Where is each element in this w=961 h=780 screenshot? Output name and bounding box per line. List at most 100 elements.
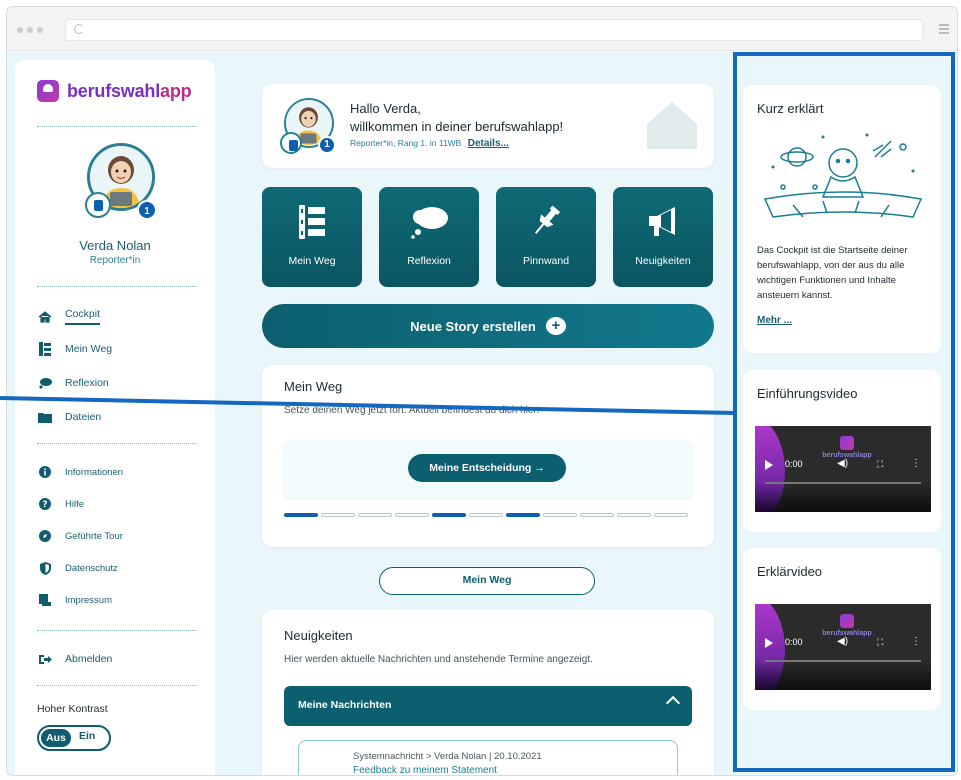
details-link[interactable]: Details... [468, 138, 509, 149]
divider [37, 126, 197, 127]
house-icon [647, 102, 697, 149]
progress-step [284, 513, 318, 517]
welcome-card: 1 Hallo Verda, willkommen in deiner beru… [262, 84, 714, 168]
explained-text: Das Cockpit ist die Startseite deiner be… [757, 245, 908, 301]
logout-link[interactable]: Abmelden [37, 652, 112, 666]
level-badge-icon [280, 132, 302, 154]
mein-weg-button[interactable]: Mein Weg [379, 567, 595, 595]
progress-step [580, 513, 614, 517]
divider [37, 443, 197, 444]
card-title: Einführungsvideo [757, 386, 858, 401]
video-progress-bar[interactable] [765, 482, 921, 484]
video-progress-bar[interactable] [765, 660, 921, 662]
browser-window: berufswahlapp 1 Verda Nolan Reporter*in [6, 6, 958, 776]
play-icon[interactable] [765, 460, 773, 470]
message-title[interactable]: Feedback zu meinem Statement [353, 765, 497, 775]
card-title: Erklärvideo [757, 564, 823, 579]
more-options-icon[interactable]: ⋮ [911, 458, 921, 469]
sidebar-item-impressum[interactable]: Impressum [37, 593, 112, 607]
sidebar-item-reflexion[interactable]: Reflexion [37, 376, 109, 390]
volume-icon[interactable]: ◀) [837, 636, 848, 647]
pin-icon [496, 205, 596, 239]
video-logo: berufswahlapp [819, 436, 875, 459]
app-logo[interactable]: berufswahlapp [37, 80, 192, 102]
messages-accordion[interactable]: Meine Nachrichten [284, 686, 692, 726]
rank-badge: 1 [318, 136, 336, 154]
video-time: 0:00 [785, 459, 803, 469]
explain-video-player[interactable]: berufswahlapp 0:00 ◀) ⛶ ⋮ [755, 604, 931, 690]
path-icon [37, 342, 53, 356]
more-options-icon[interactable]: ⋮ [911, 636, 921, 647]
app-viewport: berufswahlapp 1 Verda Nolan Reporter*in [7, 52, 957, 775]
window-controls[interactable] [17, 27, 43, 33]
volume-icon[interactable]: ◀) [837, 458, 848, 469]
svg-text:?: ? [42, 500, 47, 510]
sidebar-item-informationen[interactable]: Informationen [37, 465, 123, 479]
folder-icon [37, 410, 53, 424]
book-icon [37, 593, 53, 607]
progress-step [469, 513, 503, 517]
help-icon: ? [37, 497, 53, 511]
intro-video-card: Einführungsvideo berufswahlapp 0:00 ◀) ⛶… [743, 370, 941, 532]
tile-pinnwand[interactable]: Pinnwand [496, 187, 596, 287]
card-subtitle: Setze deinen Weg jetzt fort. Aktuell bef… [284, 405, 540, 416]
contrast-on-option[interactable]: Ein [79, 730, 95, 742]
contrast-toggle[interactable]: Aus Ein [37, 725, 111, 751]
add-icon: + [545, 317, 566, 335]
message-item[interactable]: Systemnachricht > Verda Nolan | 20.10.20… [298, 740, 678, 775]
bubble-icon [37, 376, 53, 390]
card-title: Mein Weg [284, 379, 343, 394]
divider [37, 685, 197, 686]
sidebar-item-dateien[interactable]: Dateien [37, 410, 101, 424]
progress-step [617, 513, 651, 517]
rank-info: Reporter*in, Rang 1. in 11WB Details... [350, 138, 509, 149]
tile-neuigkeiten[interactable]: Neuigkeiten [613, 187, 713, 287]
sidebar-item-datenschutz[interactable]: Datenschutz [37, 561, 118, 575]
intro-video-player[interactable]: berufswahlapp 0:00 ◀) ⛶ ⋮ [755, 426, 931, 512]
sidebar-item-cockpit[interactable]: Cockpit [37, 308, 101, 325]
megaphone-icon [613, 205, 713, 239]
card-subtitle: Hier werden aktuelle Nachrichten und ans… [284, 654, 593, 665]
progress-step [395, 513, 429, 517]
info-icon [37, 465, 53, 479]
more-link[interactable]: Mehr ... [757, 315, 792, 326]
card-title: Neuigkeiten [284, 628, 353, 643]
browser-menu-icon[interactable] [939, 24, 949, 36]
sidebar-item-tour[interactable]: Geführte Tour [37, 529, 123, 543]
decision-button[interactable]: Meine Entscheidung → [408, 454, 566, 482]
contrast-off-option[interactable]: Aus [41, 729, 71, 747]
card-title: Kurz erklärt [757, 101, 824, 116]
path-icon [262, 205, 362, 239]
explain-video-card: Erklärvideo berufswahlapp 0:00 ◀) ⛶ ⋮ [743, 548, 941, 710]
current-step-box: Meine Entscheidung → [284, 440, 692, 498]
logo-icon [37, 80, 59, 102]
user-role: Reporter*in [89, 255, 141, 266]
chevron-up-icon [665, 695, 681, 711]
level-badge-icon [85, 192, 111, 218]
tile-reflexion[interactable]: Reflexion [379, 187, 479, 287]
shield-icon [37, 561, 53, 575]
sidebar-item-hilfe[interactable]: ? Hilfe [37, 497, 84, 511]
path-progress [284, 513, 688, 517]
mein-weg-card: Mein Weg Setze deinen Weg jetzt fort. Ak… [262, 365, 714, 547]
sidebar: berufswahlapp 1 Verda Nolan Reporter*in [15, 60, 215, 775]
progress-step [358, 513, 392, 517]
progress-step [654, 513, 688, 517]
divider [37, 630, 197, 631]
message-meta: Systemnachricht > Verda Nolan | 20.10.20… [353, 751, 542, 762]
help-column: Kurz erklärt Das Cockpit ist die Startse… [733, 52, 957, 775]
progress-step [543, 513, 577, 517]
compass-icon [37, 529, 53, 543]
user-name: Verda Nolan [79, 238, 151, 253]
address-bar[interactable] [65, 19, 923, 41]
fullscreen-icon[interactable]: ⛶ [877, 637, 883, 648]
thought-bubble-icon [379, 205, 479, 239]
new-story-button[interactable]: Neue Story erstellen + [262, 304, 714, 348]
tile-mein-weg[interactable]: Mein Weg [262, 187, 362, 287]
sidebar-item-mein-weg[interactable]: Mein Weg [37, 342, 112, 356]
play-icon[interactable] [765, 638, 773, 648]
fullscreen-icon[interactable]: ⛶ [877, 459, 883, 470]
video-logo: berufswahlapp [819, 614, 875, 637]
rank-badge: 1 [137, 200, 157, 220]
reload-icon[interactable] [74, 24, 84, 34]
